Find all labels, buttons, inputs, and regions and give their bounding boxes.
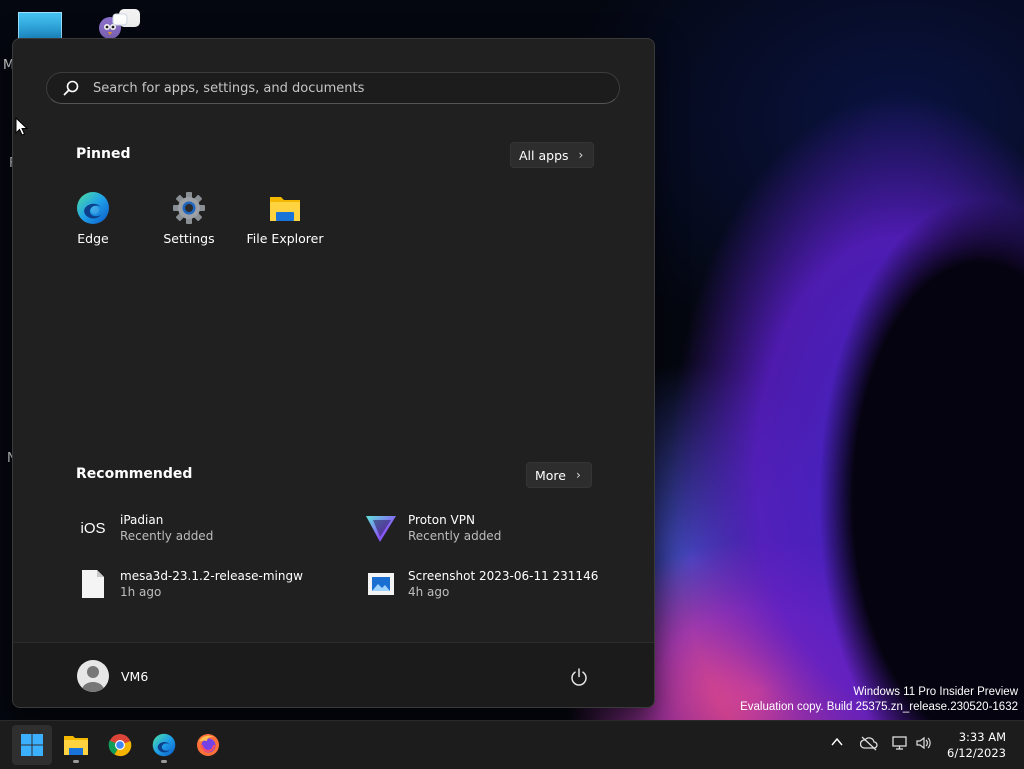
start-menu-footer: VM6 (13, 642, 654, 707)
taskbar-file-explorer[interactable] (56, 725, 96, 765)
recommended-item-name: Screenshot 2023-06-11 231146 (408, 569, 599, 583)
watermark-line: Windows 11 Pro Insider Preview (853, 686, 1018, 698)
recommended-item-time: Recently added (120, 529, 214, 543)
onedrive-offline-icon[interactable] (860, 735, 878, 751)
power-icon[interactable] (569, 667, 589, 687)
protonvpn-icon (364, 511, 398, 545)
search-input[interactable] (91, 79, 575, 97)
windows-logo-icon (21, 734, 43, 756)
user-account-button[interactable]: VM6 (77, 660, 148, 692)
ios-icon-text: iOS (80, 519, 106, 537)
watermark-line: Evaluation copy. Build 25375.zn_release.… (740, 701, 1018, 713)
taskbar-chrome[interactable] (100, 725, 140, 765)
ios-icon: iOS (76, 511, 110, 545)
pinned-heading: Pinned (76, 146, 131, 162)
clock-date: 6/12/2023 (947, 746, 1006, 760)
more-label: More (535, 467, 566, 483)
recommended-item-name: Proton VPN (408, 513, 475, 527)
pinned-app-edge[interactable]: Edge (48, 191, 138, 246)
chevron-right-icon: › (576, 468, 581, 482)
user-name: VM6 (121, 668, 149, 684)
pinned-app-file-explorer[interactable]: File Explorer (240, 191, 330, 246)
system-clock[interactable]: 3:33 AM 6/12/2023 (947, 729, 1006, 761)
running-indicator (73, 760, 79, 763)
evaluation-watermark: Windows 11 Pro Insider Preview Evaluatio… (740, 685, 1018, 715)
recommended-item-time: Recently added (408, 529, 502, 543)
pinned-app-label: Settings (163, 231, 215, 246)
pinned-app-settings[interactable]: Settings (144, 191, 234, 246)
recommended-item[interactable]: Screenshot 2023-06-11 231146 4h ago (364, 567, 598, 601)
recommended-item[interactable]: iOS iPadian Recently added (76, 511, 213, 545)
recommended-item-time: 4h ago (408, 585, 450, 599)
more-button[interactable]: More › (526, 462, 592, 488)
pinned-app-label: File Explorer (246, 231, 324, 246)
network-icon[interactable] (891, 735, 909, 751)
taskbar: 3:33 AM 6/12/2023 (0, 720, 1024, 769)
desktop-chat-app-icon[interactable] (97, 8, 141, 40)
all-apps-button[interactable]: All apps › (510, 142, 595, 168)
recommended-item[interactable]: Proton VPN Recently added (364, 511, 501, 545)
image-file-icon (364, 567, 398, 601)
user-icon (82, 666, 104, 692)
running-indicator (161, 760, 167, 763)
start-search-box[interactable] (46, 72, 620, 104)
volume-icon[interactable] (915, 735, 933, 751)
chevron-up-icon[interactable] (830, 735, 844, 749)
taskbar-edge[interactable] (144, 725, 184, 765)
start-menu: Pinned All apps › Edge (12, 38, 655, 708)
folder-icon (270, 197, 300, 221)
chevron-right-icon: › (578, 148, 584, 162)
mouse-cursor-icon (15, 117, 29, 136)
recommended-item-name: mesa3d-23.1.2-release-mingw (120, 569, 303, 583)
chrome-icon (108, 734, 132, 757)
search-icon (63, 80, 79, 96)
recommended-heading: Recommended (76, 466, 193, 482)
file-icon (76, 567, 110, 601)
firefox-icon (197, 734, 219, 756)
settings-gear-icon (173, 192, 205, 224)
recommended-item[interactable]: mesa3d-23.1.2-release-mingw 1h ago (76, 567, 303, 601)
start-button[interactable] (12, 725, 52, 765)
edge-icon (77, 192, 109, 224)
all-apps-label: All apps (519, 147, 569, 163)
folder-icon (64, 736, 88, 755)
pinned-app-label: Edge (77, 231, 109, 246)
avatar (77, 660, 109, 692)
clock-time: 3:33 AM (958, 730, 1006, 744)
edge-icon (152, 733, 176, 757)
taskbar-firefox[interactable] (188, 725, 228, 765)
recommended-item-name: iPadian (120, 513, 164, 527)
recommended-item-time: 1h ago (120, 585, 162, 599)
